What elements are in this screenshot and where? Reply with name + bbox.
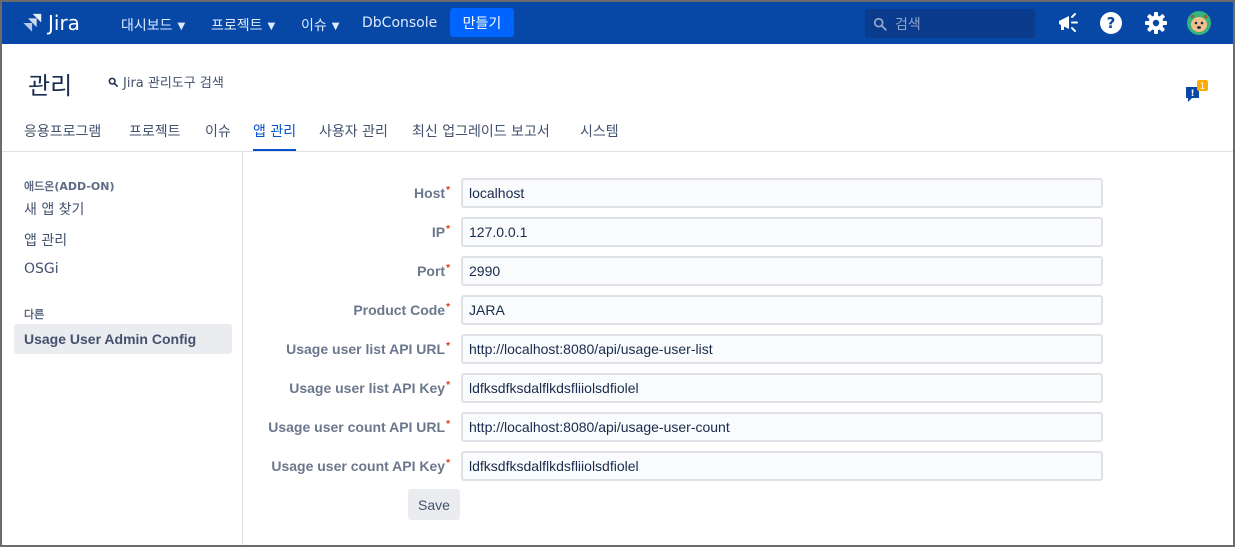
tab-upgrade-report[interactable]: 최신 업그레이드 보고서 xyxy=(412,121,550,149)
form-row-ip: IP* xyxy=(244,217,1114,247)
user-list-key-label-text: Usage user list API Key xyxy=(289,380,446,396)
host-input[interactable] xyxy=(461,178,1103,208)
ip-label-text: IP xyxy=(431,224,446,240)
feedback-icon[interactable]: ! 1 xyxy=(1185,78,1209,104)
required-mark: * xyxy=(446,224,450,235)
user-count-key-input[interactable] xyxy=(461,451,1103,481)
nav-projects-label: 프로젝트 xyxy=(211,18,263,34)
required-mark: * xyxy=(446,263,450,274)
sidebar-heading-addons: 애드온(ADD-ON) xyxy=(24,180,115,193)
jira-logo[interactable]: Jira xyxy=(22,11,80,35)
tab-projects[interactable]: 프로젝트 xyxy=(129,121,181,149)
user-count-url-label: Usage user count API URL* xyxy=(268,419,450,435)
top-navigation-bar: Jira 대시보드 ▼ 프로젝트 ▼ 이슈 ▼ DbConsole 만들기 검색 xyxy=(2,2,1233,44)
product-code-label: Product Code* xyxy=(353,302,450,318)
tab-user-management[interactable]: 사용자 관리 xyxy=(319,121,388,149)
chevron-down-icon: ▼ xyxy=(331,21,340,32)
jira-logo-icon xyxy=(23,13,42,32)
user-list-url-label: Usage user list API URL* xyxy=(286,341,450,357)
port-label-text: Port xyxy=(417,263,446,279)
nav-dashboards[interactable]: 대시보드 ▼ xyxy=(121,15,185,35)
page-title: 관리 xyxy=(28,72,73,100)
sidebar-item-find-new-apps[interactable]: 새 앱 찾기 xyxy=(24,199,84,219)
ip-input[interactable] xyxy=(461,217,1103,247)
ip-label: IP* xyxy=(432,224,450,240)
admin-search-label: Jira 관리도구 검색 xyxy=(123,76,224,91)
nav-issues-label: 이슈 xyxy=(301,18,327,34)
port-label: Port* xyxy=(417,263,450,279)
sidebar-item-osgi[interactable]: OSGi xyxy=(24,261,59,277)
search-placeholder: 검색 xyxy=(895,16,921,33)
feedback-badge-count: 1 xyxy=(1200,82,1205,92)
search-icon xyxy=(873,17,887,31)
user-list-key-input[interactable] xyxy=(461,373,1103,403)
chevron-down-icon: ▼ xyxy=(177,21,186,32)
form-row-user-list-url: Usage user list API URL* xyxy=(244,334,1114,364)
tab-manage-apps[interactable]: 앱 관리 xyxy=(253,121,297,151)
admin-search-link[interactable]: Jira 관리도구 검색 xyxy=(108,72,224,91)
user-list-url-input[interactable] xyxy=(461,334,1103,364)
user-list-url-label-text: Usage user list API URL xyxy=(286,341,446,357)
host-label: Host* xyxy=(414,185,450,201)
product-code-input[interactable] xyxy=(461,295,1103,325)
sidebar-item-usage-user-admin-config[interactable]: Usage User Admin Config xyxy=(14,324,232,354)
user-count-url-input[interactable] xyxy=(461,412,1103,442)
required-mark: * xyxy=(446,185,450,196)
logo-text: Jira xyxy=(48,11,80,35)
svg-text:?: ? xyxy=(1107,14,1116,32)
svg-text:!: ! xyxy=(1190,89,1194,99)
megaphone-icon[interactable] xyxy=(1055,10,1081,36)
required-mark: * xyxy=(446,302,450,313)
global-search-input[interactable]: 검색 xyxy=(865,9,1035,38)
sidebar-item-manage-apps[interactable]: 앱 관리 xyxy=(24,230,67,250)
form-row-user-count-url: Usage user count API URL* xyxy=(244,412,1114,442)
form-row-product-code: Product Code* xyxy=(244,295,1114,325)
form-row-user-count-key: Usage user count API Key* xyxy=(244,451,1114,481)
nav-projects[interactable]: 프로젝트 ▼ xyxy=(211,15,275,35)
required-mark: * xyxy=(446,458,450,469)
nav-dbconsole[interactable]: DbConsole xyxy=(362,15,437,31)
sidebar-heading-other: 다른 xyxy=(24,308,45,321)
chevron-down-icon: ▼ xyxy=(267,21,276,32)
required-mark: * xyxy=(446,419,450,430)
save-button[interactable]: Save xyxy=(408,489,460,520)
user-list-key-label: Usage user list API Key* xyxy=(289,380,450,396)
nav-issues[interactable]: 이슈 ▼ xyxy=(301,15,339,35)
help-icon[interactable]: ? xyxy=(1098,10,1124,36)
avatar-icon[interactable] xyxy=(1186,10,1212,36)
settings-icon[interactable] xyxy=(1143,10,1169,36)
nav-dashboards-label: 대시보드 xyxy=(121,18,173,34)
tab-issues[interactable]: 이슈 xyxy=(205,121,231,149)
form-row-host: Host* xyxy=(244,178,1114,208)
search-icon xyxy=(108,77,118,87)
required-mark: * xyxy=(446,380,450,391)
host-label-text: Host xyxy=(413,185,446,201)
form-row-port: Port* xyxy=(244,256,1114,286)
required-mark: * xyxy=(446,341,450,352)
port-input[interactable] xyxy=(461,256,1103,286)
admin-sidebar: 애드온(ADD-ON) 새 앱 찾기 앱 관리 OSGi 다른 Usage Us… xyxy=(2,152,243,545)
form-row-user-list-key: Usage user list API Key* xyxy=(244,373,1114,403)
tab-system[interactable]: 시스템 xyxy=(580,121,619,149)
nav-dbconsole-label: DbConsole xyxy=(362,15,438,31)
create-button[interactable]: 만들기 xyxy=(450,8,514,37)
user-count-key-label: Usage user count API Key* xyxy=(271,458,450,474)
user-count-url-label-text: Usage user count API URL xyxy=(268,419,446,435)
user-count-key-label-text: Usage user count API Key xyxy=(271,458,446,474)
tab-applications[interactable]: 응용프로그램 xyxy=(24,121,101,149)
product-code-label-text: Product Code xyxy=(353,302,446,318)
app-window: Jira 대시보드 ▼ 프로젝트 ▼ 이슈 ▼ DbConsole 만들기 검색 xyxy=(0,0,1235,547)
